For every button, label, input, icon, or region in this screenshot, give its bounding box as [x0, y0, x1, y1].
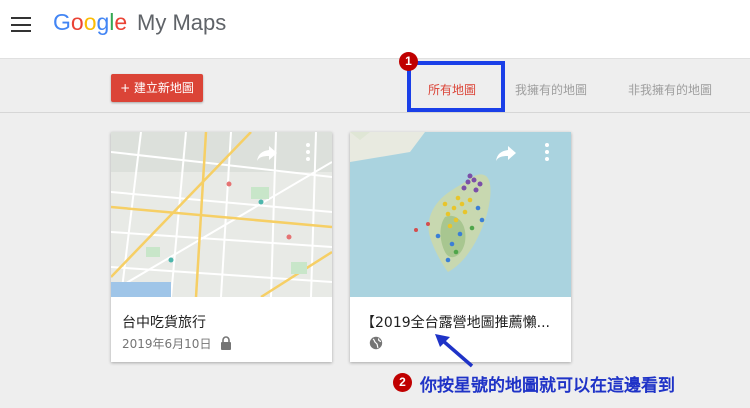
annotation-arrow	[432, 332, 477, 370]
tab-shared-maps[interactable]: 非我擁有的地圖	[628, 81, 712, 98]
more-options-icon[interactable]	[545, 143, 549, 161]
map-card[interactable]: 台中吃貨旅行 2019年6月10日	[111, 132, 332, 362]
share-icon[interactable]	[256, 144, 278, 162]
create-map-button[interactable]: + 建立新地圖	[111, 74, 203, 102]
map-title[interactable]: 台中吃貨旅行	[122, 312, 206, 332]
annotation-badge-2: 2	[393, 373, 412, 392]
app-header: Google My Maps	[0, 0, 750, 58]
map-card[interactable]: 【2019全台露營地圖推薦懶...	[350, 132, 571, 362]
annotation-badge-1: 1	[399, 52, 418, 71]
taiwan-map-image	[350, 132, 571, 297]
map-title[interactable]: 【2019全台露營地圖推薦懶...	[361, 312, 550, 332]
hamburger-menu-icon[interactable]	[11, 17, 31, 33]
map-thumbnail[interactable]	[111, 132, 332, 297]
globe-icon	[369, 335, 383, 350]
more-options-icon[interactable]	[306, 143, 310, 161]
product-name: My Maps	[137, 10, 227, 35]
google-logo[interactable]: Google	[53, 9, 127, 36]
city-map-image	[111, 132, 332, 297]
map-date: 2019年6月10日	[122, 337, 212, 351]
lock-icon	[220, 335, 232, 350]
annotation-highlight-box	[407, 61, 505, 112]
map-thumbnail[interactable]	[350, 132, 571, 297]
share-icon[interactable]	[495, 144, 517, 162]
annotation-note: 你按星號的地圖就可以在這邊看到	[420, 376, 675, 396]
toolbar: + 建立新地圖 所有地圖 我擁有的地圖 非我擁有的地圖	[0, 58, 750, 113]
tab-owned-maps[interactable]: 我擁有的地圖	[515, 81, 587, 98]
